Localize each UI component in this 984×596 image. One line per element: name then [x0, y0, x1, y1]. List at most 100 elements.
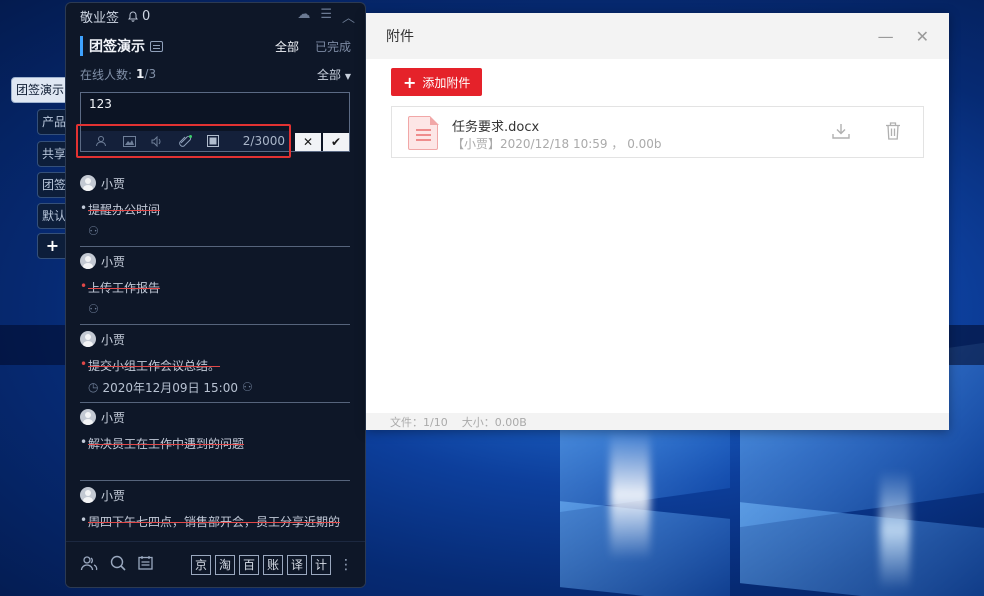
online-total: /3	[144, 67, 157, 81]
task-user: 小贾	[101, 332, 126, 347]
delete-icon[interactable]	[885, 122, 901, 144]
assignee-icon[interactable]: ⚇	[242, 380, 253, 394]
task-item[interactable]: 小贾 周四下午七四点，销售部开会，员工分享近期的	[80, 481, 350, 540]
side-tab-label: 团签	[42, 178, 67, 192]
avatar	[80, 331, 96, 347]
attachment-meta: 【小贾】2020/12/18 10:59 ， 0.00b	[452, 137, 662, 151]
online-current: 1	[136, 67, 145, 81]
assignee-icon[interactable]: ⚇	[88, 224, 99, 238]
side-tab-team[interactable]: 团签	[37, 172, 68, 198]
quick-link-jd[interactable]: 京	[191, 554, 211, 575]
quick-link-baidu[interactable]: 百	[239, 554, 259, 575]
task-meta: ◷ 2020年12月09日 15:00 ⚇	[80, 378, 350, 396]
close-icon[interactable]: ✕	[916, 27, 929, 46]
task-item[interactable]: 小贾 解决员工在工作中遇到的问题	[80, 403, 350, 481]
attachment-name[interactable]: 任务要求.docx	[452, 116, 539, 135]
footer-file-count: 文件：1/10	[390, 415, 448, 429]
calendar-icon[interactable]	[138, 555, 153, 574]
task-text[interactable]: 解决员工在工作中遇到的问题	[80, 435, 350, 452]
avatar	[80, 487, 96, 503]
project-header: 团签演示 全部 已完成	[66, 29, 365, 63]
editor-input[interactable]: 123	[81, 93, 349, 115]
footer-total-size: 大小：0.00B	[461, 415, 527, 429]
task-text[interactable]: 上传工作报告	[80, 279, 350, 296]
side-tab-product[interactable]: 产品	[37, 109, 68, 135]
assignee-icon[interactable]: ⚇	[88, 302, 99, 316]
app-title: 敬业签	[80, 10, 120, 26]
quick-link-account[interactable]: 账	[263, 554, 283, 575]
project-title: 团签演示	[80, 36, 145, 56]
filter-done-tab[interactable]: 已完成	[315, 38, 351, 55]
quick-link-taobao[interactable]: 淘	[215, 554, 235, 575]
online-label: 在线人数:	[80, 67, 133, 82]
member-filter-label: 全部	[317, 67, 342, 82]
add-tab-label: +	[45, 236, 60, 255]
task-user: 小贾	[101, 254, 126, 269]
wallpaper-light-beam	[610, 430, 650, 560]
side-tab-default[interactable]: 默认	[37, 203, 68, 229]
toolbar-highlight-box	[76, 124, 291, 158]
dialog-header: 附件 — ✕	[366, 13, 949, 59]
plus-icon: +	[403, 72, 417, 92]
app-panel: 敬业签 0 ☁ ☰ ︿ 团签演示 全部 已完成 在线人数: 1 /3 全部 ▼ …	[65, 2, 366, 588]
task-reminder-time: 2020年12月09日 15:00	[102, 380, 238, 395]
quick-links: 京 淘 百 账 译 计 ⋮	[191, 554, 353, 575]
app-titlebar: 敬业签 0 ☁ ☰ ︿	[66, 3, 365, 29]
task-user-row: 小贾	[80, 329, 350, 349]
search-icon[interactable]	[110, 555, 126, 575]
wallpaper-light-beam	[880, 470, 910, 590]
minimize-icon[interactable]: —	[878, 27, 894, 46]
notification-count: 0	[142, 8, 151, 24]
side-tab-label: 共享	[42, 147, 67, 161]
filter-all-tab[interactable]: 全部	[275, 38, 299, 55]
confirm-button[interactable]: ✔	[323, 133, 349, 151]
add-tab-button[interactable]: +	[37, 233, 68, 259]
task-meta	[80, 456, 350, 474]
notification-button[interactable]: 0	[127, 9, 150, 24]
cloud-sync-icon[interactable]: ☁	[297, 7, 310, 26]
task-meta: ⚇	[80, 300, 350, 318]
side-tab-team-demo[interactable]: 团签演示	[11, 77, 68, 103]
task-text[interactable]: 周四下午七四点，销售部开会，员工分享近期的	[80, 513, 350, 530]
task-user: 小贾	[101, 488, 126, 503]
cancel-button[interactable]: ✕	[295, 133, 321, 151]
more-icon[interactable]: ⋮	[339, 557, 353, 573]
avatar	[80, 253, 96, 269]
menu-icon[interactable]: ☰	[320, 7, 332, 26]
avatar	[80, 175, 96, 191]
attachment-dialog: 附件 — ✕ + 添加附件 任务要求.docx 【小贾】2020/12/18 1…	[366, 13, 949, 430]
download-icon[interactable]	[832, 123, 850, 143]
dialog-controls: — ✕	[878, 27, 929, 46]
bottom-toolbar: 京 淘 百 账 译 计 ⋮	[66, 541, 365, 587]
task-meta: ⚇	[80, 222, 350, 240]
attachment-item[interactable]: 任务要求.docx 【小贾】2020/12/18 10:59 ， 0.00b	[391, 106, 924, 158]
titlebar-tools: ☁ ☰ ︿	[297, 7, 355, 26]
bell-icon	[128, 11, 138, 22]
side-tab-shared[interactable]: 共享	[37, 141, 68, 167]
dialog-footer: 文件：1/10 大小：0.00B	[366, 413, 949, 430]
members-icon[interactable]	[80, 555, 98, 575]
task-item[interactable]: 小贾 提交小组工作会议总结。 ◷ 2020年12月09日 15:00 ⚇	[80, 325, 350, 403]
task-text[interactable]: 提交小组工作会议总结。	[80, 357, 350, 374]
editor-actions: ✕ ✔	[295, 133, 349, 151]
clock-icon: ◷	[88, 380, 99, 394]
avatar	[80, 409, 96, 425]
task-item[interactable]: 小贾 提醒办公时间 ⚇	[80, 169, 350, 247]
add-attachment-label: 添加附件	[422, 75, 471, 90]
add-attachment-button[interactable]: + 添加附件	[391, 68, 483, 96]
quick-link-translate[interactable]: 译	[287, 554, 307, 575]
side-tab-label: 产品	[42, 115, 67, 129]
task-item[interactable]: 小贾 上传工作报告 ⚇	[80, 247, 350, 325]
project-details-icon[interactable]	[150, 40, 163, 52]
task-user-row: 小贾	[80, 173, 350, 193]
task-text[interactable]: 提醒办公时间	[80, 201, 350, 218]
collapse-icon[interactable]: ︿	[342, 7, 355, 26]
dialog-title: 附件	[386, 29, 414, 45]
quick-link-calculator[interactable]: 计	[311, 554, 331, 575]
side-tab-label: 默认	[42, 209, 67, 223]
online-row: 在线人数: 1 /3 全部 ▼	[66, 63, 365, 85]
desktop-wallpaper-pane	[740, 502, 984, 596]
member-filter-dropdown[interactable]: 全部 ▼	[317, 66, 351, 83]
caret-down-icon: ▼	[344, 71, 351, 81]
task-list: 小贾 提醒办公时间 ⚇ 小贾 上传工作报告 ⚇ 小贾 提交小组工作会议总结。 ◷…	[80, 169, 350, 540]
